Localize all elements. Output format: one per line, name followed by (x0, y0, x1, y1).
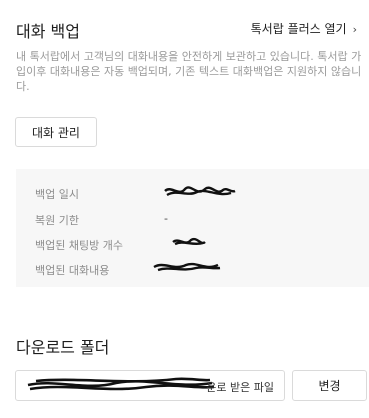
change-folder-button[interactable]: 변경 (292, 370, 367, 401)
download-folder-path-field[interactable]: 운로 받은 파일 (15, 370, 285, 401)
open-talkdrawer-plus-link[interactable]: 톡서랍 플러스 열기 › (251, 20, 357, 37)
backup-info-panel: 백업 일시 복원 기한 - 백업된 채팅방 개수 백업된 대화내용 (16, 169, 369, 287)
redacted-message-count (153, 262, 221, 272)
header: 대화 백업 톡서랍 플러스 열기 › (16, 18, 357, 42)
open-talkdrawer-plus-label: 톡서랍 플러스 열기 (250, 22, 347, 36)
restore-deadline-label: 복원 기한 (35, 214, 79, 227)
page-title: 대화 백업 (16, 22, 80, 41)
redacted-backup-date (164, 186, 236, 197)
download-folder-path-text: 운로 받은 파일 (206, 381, 274, 394)
backed-up-messages-label: 백업된 대화내용 (35, 264, 110, 277)
backup-date-label: 백업 일시 (35, 188, 79, 201)
chevron-right-icon: › (352, 23, 357, 36)
restore-deadline-value: - (164, 212, 168, 225)
backup-description: 내 톡서랍에서 고객님의 대화내용을 안전하게 보관하고 있습니다. 톡서랍 가… (16, 50, 362, 93)
redacted-folder-path (27, 377, 215, 391)
backed-up-chatroom-count-label: 백업된 채팅방 개수 (35, 239, 123, 252)
download-folder-title: 다운로드 폴더 (16, 338, 110, 357)
manage-chats-button[interactable]: 대화 관리 (15, 117, 97, 147)
redacted-chatroom-count (172, 237, 206, 246)
